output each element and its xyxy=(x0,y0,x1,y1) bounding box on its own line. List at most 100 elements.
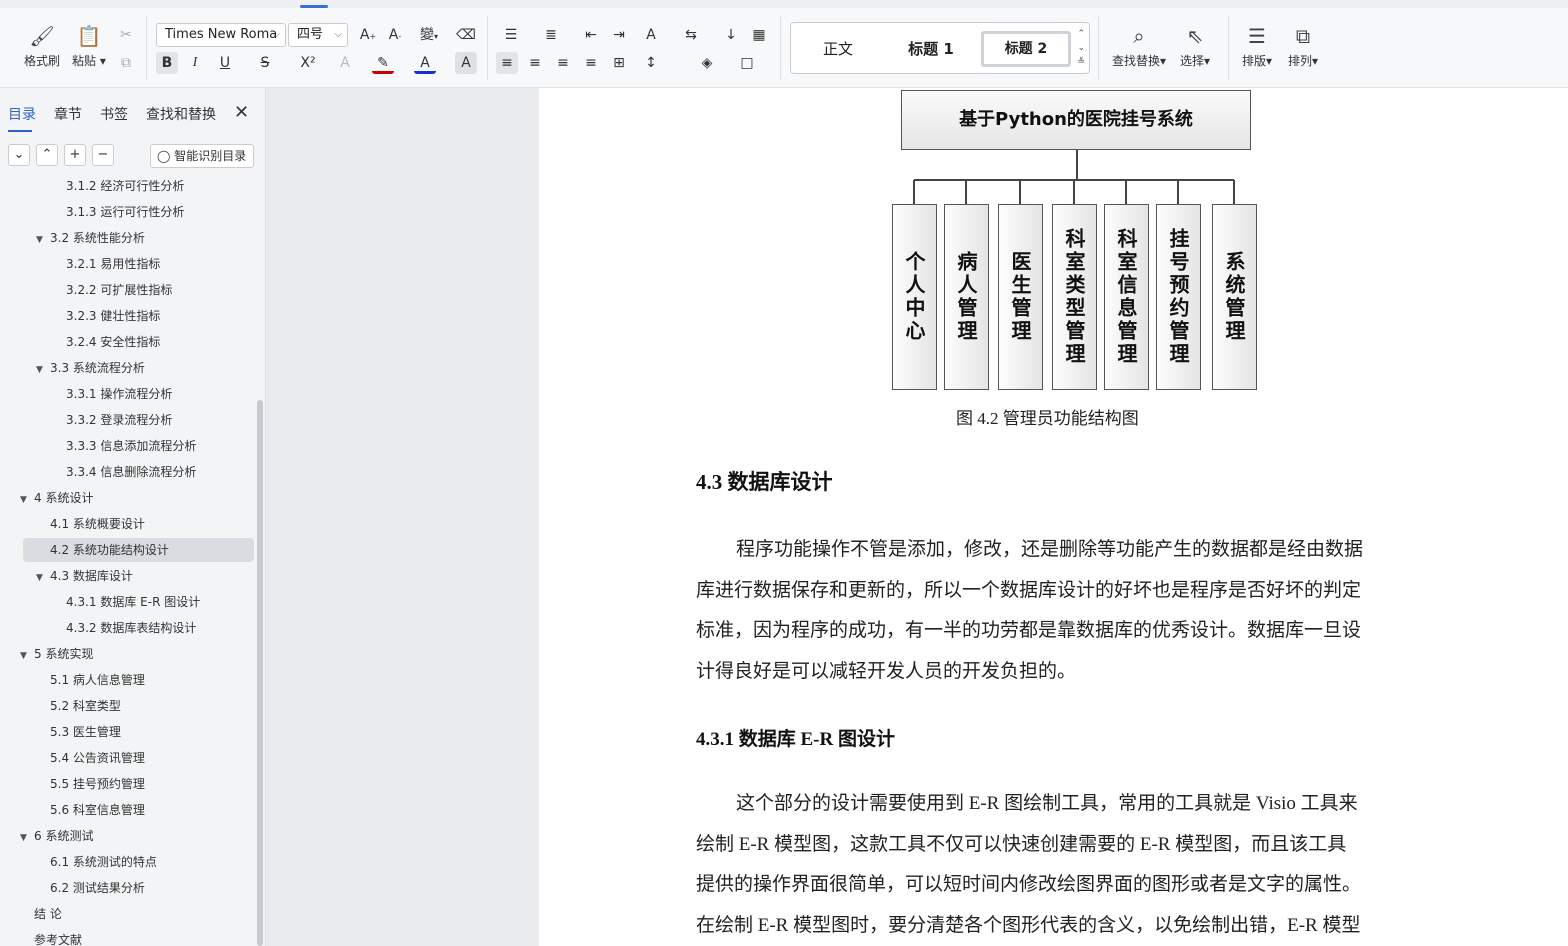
char-shading-icon[interactable]: A xyxy=(455,52,477,74)
tab-toc[interactable]: 目录 xyxy=(8,104,36,132)
expand-triangle-icon[interactable]: ▼ xyxy=(20,644,34,668)
style-heading-2[interactable]: 标题 2 xyxy=(981,31,1071,67)
toc-item[interactable]: 5.1 病人信息管理 xyxy=(36,668,145,692)
toc-item[interactable]: 3.3.3 信息添加流程分析 xyxy=(52,434,196,458)
toc-item[interactable]: 5.5 挂号预约管理 xyxy=(36,772,145,796)
toc-item[interactable]: 5.2 科室类型 xyxy=(36,694,121,718)
toc-item[interactable]: 4.3.2 数据库表结构设计 xyxy=(52,616,196,640)
font-color-icon[interactable]: A xyxy=(414,52,436,74)
paragraph-shading-icon[interactable]: ◈ xyxy=(696,52,718,74)
toc-item[interactable]: ▼ 5 系统实现 xyxy=(20,642,93,666)
chevron-down-icon: ⌵ xyxy=(272,29,280,40)
smart-toc-label: 智能识别目录 xyxy=(174,149,247,163)
toc-item[interactable]: 3.1.2 经济可行性分析 xyxy=(52,180,184,198)
border-icon[interactable]: □ xyxy=(736,52,758,74)
layout-label: 排版 xyxy=(1242,54,1267,68)
align-center-icon[interactable]: ≡ xyxy=(524,52,546,74)
format-painter-button[interactable]: 🖌 格式刷 xyxy=(24,24,60,69)
select-button[interactable]: ⇖ 选择▾ xyxy=(1180,24,1210,69)
toc-item[interactable]: ▼ 4.3 数据库设计 xyxy=(36,564,133,588)
distribute-icon[interactable]: ⊞ xyxy=(608,52,630,74)
tab-chapters[interactable]: 章节 xyxy=(54,104,82,124)
justify-icon[interactable]: ≡ xyxy=(580,52,602,74)
tab-bookmarks[interactable]: 书签 xyxy=(100,104,128,124)
toc-item[interactable]: ▼ 3.2 系统性能分析 xyxy=(36,226,145,250)
toc-item[interactable]: 3.2.3 健壮性指标 xyxy=(52,304,160,328)
toc-item[interactable]: ▼ 4 系统设计 xyxy=(20,486,93,510)
toc-item-label: 3.1.3 运行可行性分析 xyxy=(66,205,185,219)
toc-item[interactable]: ▼ 3.3 系统流程分析 xyxy=(36,356,145,380)
toc-item[interactable]: ▼ 6 系统测试 xyxy=(20,824,93,848)
numbered-list-icon[interactable]: ≣ xyxy=(540,24,562,46)
style-normal[interactable]: 正文 xyxy=(803,31,873,67)
toc-item[interactable]: 3.3.4 信息删除流程分析 xyxy=(52,460,196,484)
toc-item[interactable]: 5.3 医生管理 xyxy=(36,720,121,744)
paragraph-2: 这个部分的设计需要使用到 E-R 图绘制工具，常用的工具就是 Visio 工具来… xyxy=(696,784,1416,946)
expand-triangle-icon[interactable]: ▼ xyxy=(36,228,50,252)
superscript-button[interactable]: X² xyxy=(294,52,322,74)
smart-toc-button[interactable]: ◯ 智能识别目录 xyxy=(150,144,254,168)
toc-item[interactable]: 5.6 科室信息管理 xyxy=(36,798,145,822)
collapse-up-button[interactable]: ⌃ xyxy=(36,144,58,166)
toc-item[interactable]: 3.1.3 运行可行性分析 xyxy=(52,200,184,224)
swap-icon[interactable]: ⇆ xyxy=(680,24,702,46)
layout-button[interactable]: ☰ 排版▾ xyxy=(1242,24,1272,69)
align-left-icon[interactable]: ≡ xyxy=(496,52,518,74)
shrink-font-icon[interactable]: A- xyxy=(384,24,406,46)
style-scroll-arrows[interactable]: ⌃ ⌄ ≚ xyxy=(1077,27,1085,69)
text-effect-icon[interactable]: A xyxy=(334,52,356,74)
align-right-icon[interactable]: ≡ xyxy=(552,52,574,74)
paste-button[interactable]: 📋 粘贴 ▾ xyxy=(72,24,106,69)
toc-item[interactable]: 5.4 公告资讯管理 xyxy=(36,746,145,770)
find-replace-button[interactable]: ⌕ 查找替换▾ xyxy=(1112,24,1166,69)
toc-item[interactable]: 6.2 测试结果分析 xyxy=(36,876,145,900)
line-spacing-icon[interactable]: ↕ xyxy=(640,52,662,74)
toc-item[interactable]: 4.2 系统功能结构设计 xyxy=(36,538,169,562)
layout-icon: ☰ xyxy=(1248,24,1266,48)
toc-item[interactable]: 4.1 系统概要设计 xyxy=(36,512,145,536)
grow-font-icon[interactable]: A+ xyxy=(357,24,379,46)
style-heading-1[interactable]: 标题 1 xyxy=(891,31,971,67)
cut-icon[interactable]: ✂ xyxy=(115,24,137,46)
toc-item-label: 5.4 公告资讯管理 xyxy=(50,751,145,765)
toc-item[interactable]: 6.1 系统测试的特点 xyxy=(36,850,157,874)
toc-item[interactable]: 参考文献 xyxy=(20,928,82,946)
tab-find-replace[interactable]: 查找和替换 xyxy=(146,104,216,124)
bullet-list-icon[interactable]: ☰ xyxy=(500,24,522,46)
sort-icon[interactable]: ↓ xyxy=(720,24,742,46)
expand-triangle-icon[interactable]: ▼ xyxy=(36,566,50,590)
phonetic-guide-icon[interactable]: 變▾ xyxy=(414,24,444,46)
toc-item[interactable]: 结 论 xyxy=(20,902,62,926)
close-icon[interactable]: ✕ xyxy=(234,102,249,123)
underline-button[interactable]: U xyxy=(214,52,236,74)
toc-item[interactable]: 3.3.2 登录流程分析 xyxy=(52,408,172,432)
font-name-select[interactable]: Times New Roma ⌵ xyxy=(156,23,286,47)
highlight-color-icon[interactable]: ✎ xyxy=(372,52,394,74)
increase-indent-icon[interactable]: ⇥ xyxy=(608,24,630,46)
text-direction-icon[interactable]: A xyxy=(640,24,662,46)
copy-icon[interactable]: ⧉ xyxy=(115,52,137,74)
expand-down-button[interactable]: ⌄ xyxy=(8,144,30,166)
table-grid-icon[interactable]: ▦ xyxy=(748,24,770,46)
toc-item[interactable]: 4.3.1 数据库 E-R 图设计 xyxy=(52,590,200,614)
toc-item[interactable]: 3.2.2 可扩展性指标 xyxy=(52,278,172,302)
arrange-button[interactable]: ⧉ 排列▾ xyxy=(1288,24,1318,69)
sidebar-scrollbar[interactable] xyxy=(257,400,263,946)
paragraph-line: 提供的操作界面很简单，可以短时间内修改绘图界面的图形或者是文字的属性。 xyxy=(696,874,1362,896)
toc-item[interactable]: 3.2.4 安全性指标 xyxy=(52,330,160,354)
eraser-icon[interactable]: ⌫ xyxy=(455,24,477,46)
italic-button[interactable]: I xyxy=(184,52,206,74)
decrease-indent-icon[interactable]: ⇤ xyxy=(580,24,602,46)
expand-triangle-icon[interactable]: ▼ xyxy=(36,358,50,382)
add-item-button[interactable]: + xyxy=(64,144,86,166)
ribbon-separator xyxy=(1098,16,1099,80)
diagram-child-node: 科室信息管理 xyxy=(1104,204,1149,390)
toc-item[interactable]: 3.2.1 易用性指标 xyxy=(52,252,160,276)
expand-triangle-icon[interactable]: ▼ xyxy=(20,826,34,850)
expand-triangle-icon[interactable]: ▼ xyxy=(20,488,34,512)
bold-button[interactable]: B xyxy=(156,52,178,74)
font-size-select[interactable]: 四号 ⌵ xyxy=(288,23,348,47)
strikethrough-button[interactable]: S xyxy=(254,52,276,74)
remove-item-button[interactable]: − xyxy=(92,144,114,166)
toc-item[interactable]: 3.3.1 操作流程分析 xyxy=(52,382,172,406)
